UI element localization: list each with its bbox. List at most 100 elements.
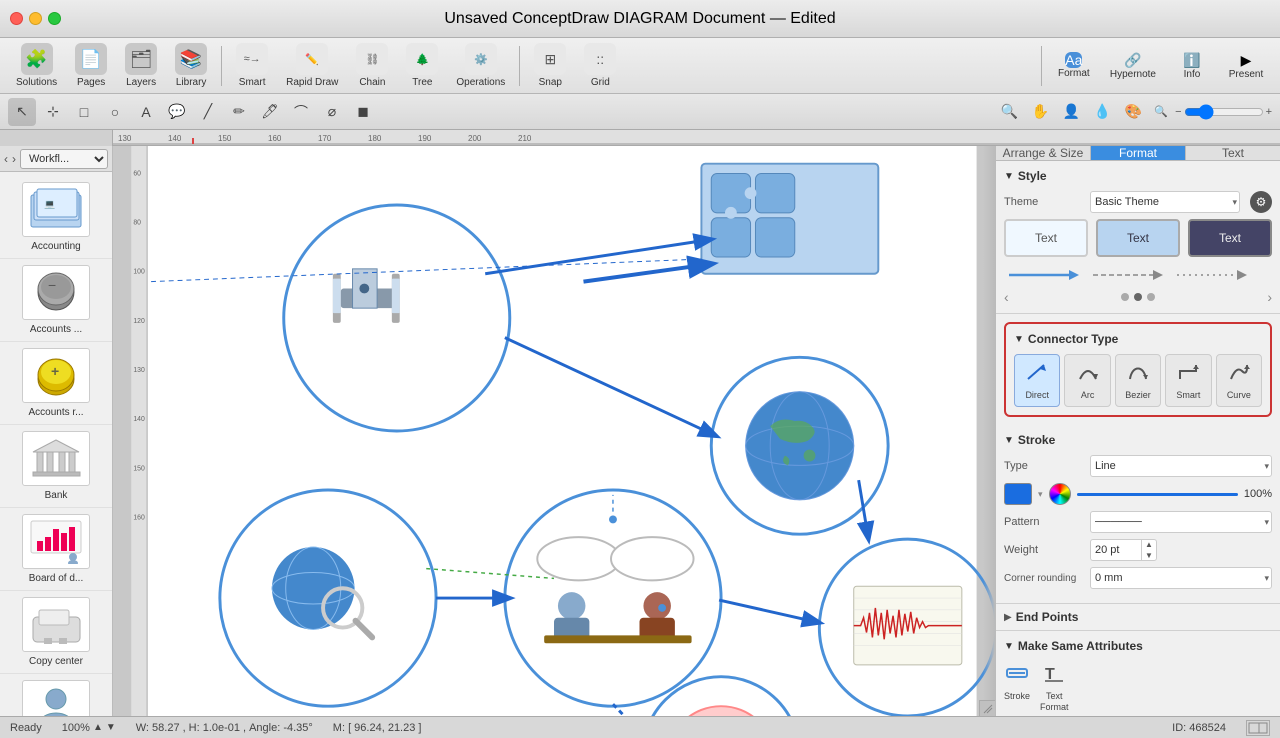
bank-thumb bbox=[22, 431, 90, 486]
sidebar-item-copy-center[interactable]: Copy center bbox=[0, 591, 112, 674]
corner-rounding-select[interactable]: 0 mm bbox=[1091, 568, 1271, 588]
canvas-area[interactable]: 60 80 100 120 130 140 150 160 bbox=[113, 146, 995, 716]
color-wheel-button[interactable] bbox=[1049, 483, 1071, 505]
multi-select-tool[interactable]: ⊹ bbox=[39, 98, 67, 126]
corner-rounding-wrapper: 0 mm ▾ bbox=[1090, 567, 1272, 589]
tree-button[interactable]: 🌲 Tree bbox=[398, 39, 446, 92]
zoom-stepper-down[interactable]: ▼ bbox=[106, 722, 116, 733]
stroke-same-btn[interactable]: Stroke bbox=[1004, 661, 1030, 713]
weight-field[interactable] bbox=[1091, 544, 1141, 556]
theme-card-dark[interactable]: Text bbox=[1188, 219, 1272, 257]
color-tool[interactable]: 🎨 bbox=[1119, 98, 1147, 126]
present-button[interactable]: ▶ Present bbox=[1220, 48, 1272, 84]
operations-button[interactable]: ⚙️ Operations bbox=[448, 39, 513, 92]
connector-toggle[interactable]: ▼ bbox=[1014, 334, 1024, 345]
weight-up[interactable]: ▲ bbox=[1142, 539, 1156, 550]
style-prev-btn[interactable]: ‹ bbox=[1004, 289, 1009, 305]
bezier-tool[interactable]: ⌀ bbox=[318, 98, 346, 126]
tab-text[interactable]: Text bbox=[1186, 146, 1280, 160]
shadow-tool[interactable]: ◼ bbox=[349, 98, 377, 126]
sidebar-item-accounting[interactable]: 💻 Accounting bbox=[0, 176, 112, 259]
tab-arrange-size[interactable]: Arrange & Size bbox=[996, 146, 1091, 160]
nav-next[interactable]: › bbox=[12, 152, 16, 166]
connector-smart[interactable]: Smart bbox=[1165, 354, 1211, 407]
style-toggle[interactable]: ▼ bbox=[1004, 171, 1014, 182]
theme-select[interactable]: Basic Theme bbox=[1091, 192, 1239, 212]
titlebar: Unsaved ConceptDraw DIAGRAM Document — E… bbox=[0, 0, 1280, 38]
weight-down[interactable]: ▼ bbox=[1142, 550, 1156, 561]
eyedropper-tool[interactable]: 💧 bbox=[1088, 98, 1116, 126]
resize-icon[interactable] bbox=[1246, 720, 1270, 736]
zoom-search-button[interactable]: 🔍 bbox=[995, 98, 1023, 126]
pattern-select[interactable]: ────── - - - - · · · · bbox=[1091, 512, 1271, 532]
pan-tool[interactable]: ✋ bbox=[1026, 98, 1054, 126]
status-ready: Ready bbox=[10, 722, 42, 734]
select-tool[interactable]: ↖ bbox=[8, 98, 36, 126]
info-button[interactable]: ℹ️ Info bbox=[1166, 48, 1218, 84]
minimize-button[interactable] bbox=[29, 12, 42, 25]
text-format-same-btn[interactable]: T Text Format bbox=[1040, 661, 1069, 713]
zoom-in-btn[interactable]: + bbox=[1266, 106, 1272, 118]
ellipse-tool[interactable]: ○ bbox=[101, 98, 129, 126]
svg-text:100: 100 bbox=[133, 269, 145, 276]
zoom-stepper-up[interactable]: ▲ bbox=[93, 722, 103, 733]
svg-text:160: 160 bbox=[268, 134, 282, 143]
sidebar-item-bank[interactable]: Bank bbox=[0, 425, 112, 508]
zoom-slider[interactable] bbox=[1184, 104, 1264, 120]
sidebar-item-accounts1[interactable]: − Accounts ... bbox=[0, 259, 112, 342]
tab-format[interactable]: Format bbox=[1091, 146, 1186, 160]
connector-bezier[interactable]: Bezier bbox=[1115, 354, 1161, 407]
chain-icon: ⛓ bbox=[356, 43, 388, 75]
color-dropdown-arrow[interactable]: ▾ bbox=[1038, 489, 1043, 500]
text-tool[interactable]: A bbox=[132, 98, 160, 126]
layers-button[interactable]: 🗂 Layers bbox=[117, 39, 165, 92]
stroke-same-icon bbox=[1005, 661, 1029, 691]
theme-card-light[interactable]: Text bbox=[1004, 219, 1088, 257]
rect-tool[interactable]: □ bbox=[70, 98, 98, 126]
sidebar-item-accounts2[interactable]: + Accounts r... bbox=[0, 342, 112, 425]
freehand-tool[interactable]: ✏ bbox=[225, 98, 253, 126]
sidebar-item-person[interactable]: Person bbox=[0, 674, 112, 716]
solutions-button[interactable]: 🧩 Solutions bbox=[8, 39, 65, 92]
line-tool[interactable]: ╱ bbox=[194, 98, 222, 126]
end-points-section[interactable]: ▶ End Points bbox=[996, 604, 1280, 631]
workflow-select[interactable]: Workfl... bbox=[20, 149, 108, 169]
style-next-btn[interactable]: › bbox=[1267, 289, 1272, 305]
stroke-line-preview bbox=[1077, 493, 1238, 496]
connector-direct[interactable]: Direct bbox=[1014, 354, 1060, 407]
zoom-out-btn[interactable]: − bbox=[1175, 106, 1181, 118]
format-button[interactable]: Aa Format bbox=[1048, 48, 1100, 83]
make-same-toggle[interactable]: ▼ bbox=[1004, 641, 1014, 652]
theme-settings-btn[interactable]: ⚙ bbox=[1250, 191, 1272, 213]
pages-icon: 📄 bbox=[75, 43, 107, 75]
sidebar-item-board[interactable]: Board of d... bbox=[0, 508, 112, 591]
connector-arc[interactable]: Arc bbox=[1064, 354, 1110, 407]
rapid-draw-button[interactable]: ✏️ Rapid Draw bbox=[278, 39, 346, 92]
maximize-button[interactable] bbox=[48, 12, 61, 25]
stroke-type-select[interactable]: Line bbox=[1091, 456, 1271, 476]
svg-text:170: 170 bbox=[318, 134, 332, 143]
resize-handle[interactable] bbox=[979, 700, 995, 716]
end-points-toggle[interactable]: ▶ bbox=[1004, 612, 1012, 623]
grid-button[interactable]: :: Grid bbox=[576, 39, 624, 92]
svg-text:💻: 💻 bbox=[44, 199, 55, 209]
callout-tool[interactable]: 💬 bbox=[163, 98, 191, 126]
add-page-tool[interactable]: 👤 bbox=[1057, 98, 1085, 126]
arc-tool[interactable]: ⌒ bbox=[287, 98, 315, 126]
layers-icon: 🗂 bbox=[125, 43, 157, 75]
chain-button[interactable]: ⛓ Chain bbox=[348, 39, 396, 92]
library-button[interactable]: 📚 Library bbox=[167, 39, 215, 92]
pages-button[interactable]: 📄 Pages bbox=[67, 39, 115, 92]
arc-icon bbox=[1077, 361, 1099, 388]
connector-curve[interactable]: Curve bbox=[1216, 354, 1262, 407]
hypernote-button[interactable]: 🔗 Hypernote bbox=[1102, 48, 1164, 84]
nav-prev[interactable]: ‹ bbox=[4, 152, 8, 166]
smart-button[interactable]: ≈→ Smart bbox=[228, 39, 276, 92]
ruler-top: 130 140 150 160 170 180 190 200 210 bbox=[113, 130, 1280, 145]
pencil-tool[interactable]: 🖊 bbox=[256, 98, 284, 126]
theme-card-medium[interactable]: Text bbox=[1096, 219, 1180, 257]
stroke-toggle[interactable]: ▼ bbox=[1004, 435, 1014, 446]
snap-button[interactable]: ⊞ Snap bbox=[526, 39, 574, 92]
stroke-color-swatch[interactable] bbox=[1004, 483, 1032, 505]
close-button[interactable] bbox=[10, 12, 23, 25]
